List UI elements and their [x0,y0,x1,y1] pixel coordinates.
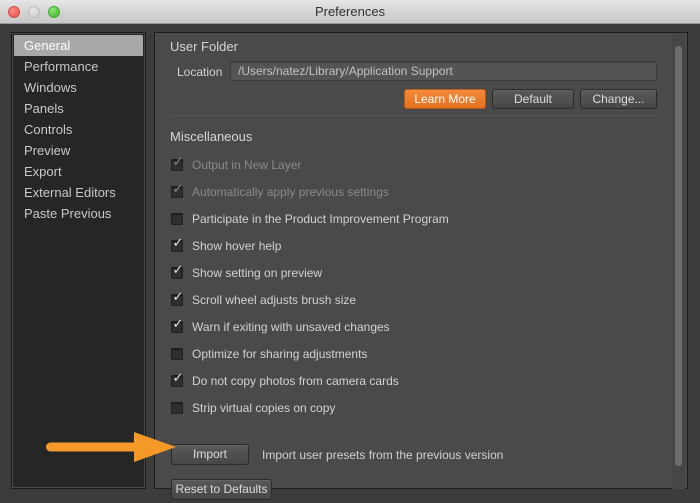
checkbox-icon[interactable] [171,318,184,333]
learn-more-button[interactable]: Learn More [404,89,486,109]
location-input[interactable]: /Users/natez/Library/Application Support [230,61,657,81]
checkbox-row-warn-unsaved-changes[interactable]: Warn if exiting with unsaved changes [171,313,641,340]
checkbox-label: Strip virtual copies on copy [192,400,336,415]
checkbox-icon[interactable] [171,347,183,360]
reset-to-defaults-button[interactable]: Reset to Defaults [171,479,272,500]
checkbox-icon[interactable] [171,291,184,306]
checkbox-row-optimize-sharing-adjustments[interactable]: Optimize for sharing adjustments [171,340,641,367]
checkbox-row-show-setting-on-preview[interactable]: Show setting on preview [171,259,641,286]
sidebar-item-general[interactable]: General [14,35,143,56]
checkbox-icon[interactable] [171,237,184,252]
sidebar-item-controls[interactable]: Controls [12,119,145,140]
sidebar-item-export[interactable]: Export [12,161,145,182]
checkbox-label: Show setting on preview [192,265,323,280]
section-divider [171,115,659,116]
checkbox-label: Show hover help [192,238,282,253]
checkbox-label: Participate in the Product Improvement P… [192,211,449,226]
sidebar-item-panels[interactable]: Panels [12,98,145,119]
sidebar-item-preview[interactable]: Preview [12,140,145,161]
checkbox-row-strip-virtual-copies[interactable]: Strip virtual copies on copy [171,394,641,421]
miscellaneous-heading: Miscellaneous [170,129,253,144]
change-button[interactable]: Change... [580,89,657,109]
miscellaneous-checkbox-list: Output in New Layer Automatically apply … [171,151,641,421]
location-label: Location [177,65,223,79]
checkbox-row-do-not-copy-photos[interactable]: Do not copy photos from camera cards [171,367,641,394]
checkbox-icon[interactable] [171,212,183,225]
checkbox-row-product-improvement-program[interactable]: Participate in the Product Improvement P… [171,205,641,232]
checkbox-icon[interactable] [171,264,184,279]
checkbox-label: Output in New Layer [192,157,302,172]
import-button[interactable]: Import [171,444,249,465]
import-description: Import user presets from the previous ve… [262,447,504,462]
import-presets-row: Import Import user presets from the prev… [171,444,503,465]
checkbox-row-auto-apply-previous-settings[interactable]: Automatically apply previous settings [171,178,641,205]
checkbox-label: Do not copy photos from camera cards [192,373,399,388]
sidebar-item-windows[interactable]: Windows [12,77,145,98]
checkbox-label: Warn if exiting with unsaved changes [192,319,390,334]
default-button[interactable]: Default [492,89,574,109]
title-bar: Preferences [0,0,700,24]
scrollbar-thumb[interactable] [675,46,682,466]
preferences-window: Preferences General Performance Windows … [0,0,700,503]
user-folder-heading: User Folder [170,39,238,54]
sidebar-item-paste-previous[interactable]: Paste Previous [12,203,145,224]
checkbox-icon[interactable] [171,156,184,171]
preferences-main-panel: User Folder Location /Users/natez/Librar… [154,32,688,500]
checkbox-icon[interactable] [171,183,184,198]
checkbox-icon[interactable] [171,401,183,414]
checkbox-icon[interactable] [171,372,184,387]
checkbox-row-scroll-wheel-brush-size[interactable]: Scroll wheel adjusts brush size [171,286,641,313]
main-panel-scrollbar[interactable] [672,34,685,489]
checkbox-label: Automatically apply previous settings [192,184,389,199]
checkbox-row-show-hover-help[interactable]: Show hover help [171,232,641,259]
checkbox-label: Scroll wheel adjusts brush size [192,292,357,307]
checkbox-label: Optimize for sharing adjustments [192,346,368,361]
preferences-sidebar: General Performance Windows Panels Contr… [11,32,146,489]
window-content: General Performance Windows Panels Contr… [0,24,700,503]
sidebar-item-external-editors[interactable]: External Editors [12,182,145,203]
checkbox-row-output-in-new-layer[interactable]: Output in New Layer [171,151,641,178]
sidebar-item-performance[interactable]: Performance [12,56,145,77]
window-title: Preferences [314,4,386,19]
